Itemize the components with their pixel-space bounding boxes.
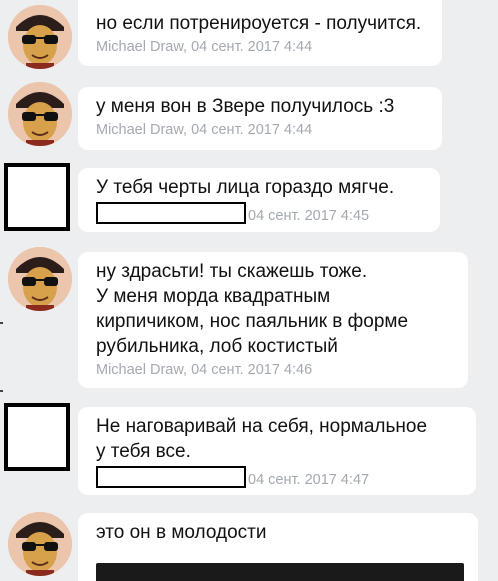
avatar[interactable] — [8, 82, 72, 146]
message-bubble[interactable]: Не наговаривай на себя, нормальное у теб… — [78, 407, 476, 495]
attached-photo[interactable] — [96, 563, 464, 581]
message-meta: Michael Draw, 04 сент. 2017 4:44 — [96, 39, 313, 55]
message-bubble[interactable]: у меня вон в Звере получилось :3 Michael… — [78, 87, 442, 150]
message-bubble[interactable]: У тебя черты лица гораздо мягче. 04 сент… — [78, 168, 440, 232]
avatar[interactable] — [8, 5, 72, 69]
message-time: 04 сент. 2017 4:47 — [248, 472, 370, 488]
message-meta: Michael Draw, 04 сент. 2017 4:46 — [96, 362, 313, 378]
avatar[interactable] — [8, 247, 72, 311]
message-text: ну здрасьти! ты скажешь тоже. У меня мор… — [96, 261, 409, 357]
user-avatar-icon — [8, 82, 72, 146]
redacted-avatar — [4, 163, 70, 231]
message-text: У тебя черты лица гораздо мягче. — [96, 177, 395, 198]
user-avatar-icon — [8, 5, 72, 69]
message-text: Не наговаривай на себя, нормальное у теб… — [96, 416, 428, 462]
message-text: это он в молодости — [96, 522, 267, 543]
divider — [0, 322, 3, 324]
redacted-avatar — [4, 403, 70, 471]
message-text: у меня вон в Звере получилось :3 — [96, 96, 395, 117]
message-time: 04 сент. 2017 4:45 — [248, 208, 370, 224]
redacted-name — [96, 202, 246, 224]
message-meta: 04 сент. 2017 4:47 — [96, 466, 460, 489]
message-bubble[interactable]: ну здрасьти! ты скажешь тоже. У меня мор… — [78, 252, 468, 388]
message-meta: Michael Draw, 04 сент. 2017 4:44 — [96, 122, 313, 138]
user-avatar-icon — [8, 247, 72, 311]
redacted-name — [96, 466, 246, 488]
message-bubble[interactable]: но если потренироуется - получится. Mich… — [78, 0, 442, 66]
message-text: но если потренироуется - получится. — [96, 13, 422, 34]
divider — [0, 390, 3, 392]
avatar[interactable] — [8, 512, 72, 576]
user-avatar-icon — [8, 512, 72, 576]
message-meta: 04 сент. 2017 4:45 — [96, 202, 424, 225]
